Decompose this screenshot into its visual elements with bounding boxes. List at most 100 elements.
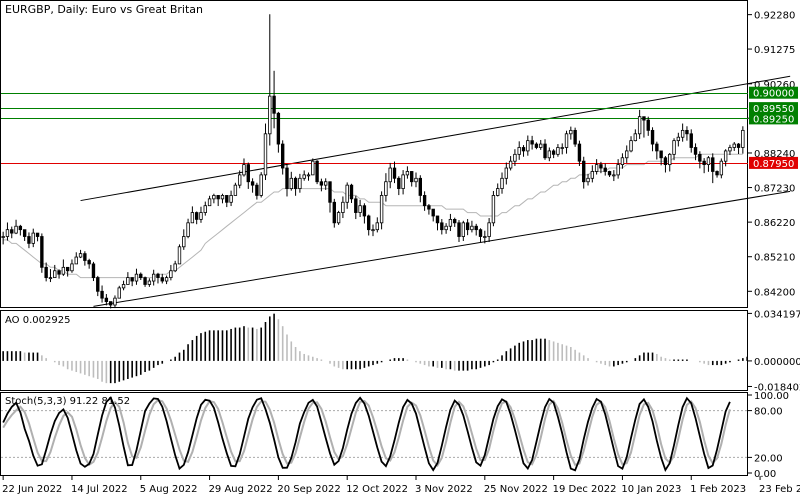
candle-body [655, 143, 659, 152]
stoch-tick-label: 80.00 [754, 407, 783, 418]
candle-body [431, 208, 435, 217]
candle-body [10, 229, 14, 234]
stoch-label: Stoch(5,3,3) 91.22 81.52 [5, 396, 130, 407]
candle-body [225, 195, 229, 203]
candle [177, 244, 182, 265]
candle-body [194, 212, 199, 220]
candle-body [298, 177, 302, 189]
candle-body [444, 225, 448, 231]
x-tick-label: 5 Aug 2022 [140, 484, 198, 495]
candle-body [169, 270, 173, 279]
candle-body [629, 140, 633, 152]
candle-body [422, 195, 427, 207]
candle [311, 158, 315, 176]
candle-body [173, 263, 177, 272]
candle-body [349, 184, 354, 200]
candle-body [453, 218, 457, 224]
candle-body [577, 143, 582, 162]
price-tick-label: 0.87230 [754, 184, 795, 195]
candle-body [186, 222, 190, 237]
candle-body [741, 129, 745, 148]
candle-body [388, 167, 392, 183]
candle-body [246, 164, 250, 183]
candle-body [151, 273, 156, 282]
candle-body [625, 150, 629, 159]
candle-body [242, 164, 246, 176]
candle-body [440, 222, 444, 231]
candle-body [487, 222, 491, 237]
candle-body [414, 177, 418, 183]
candle-body [599, 164, 603, 169]
candle-body [276, 112, 281, 145]
candle-body [461, 222, 466, 237]
candle [573, 127, 577, 147]
candle-body [465, 222, 470, 231]
candle-body [70, 263, 74, 272]
candle-body [397, 177, 401, 189]
candle-body [496, 188, 500, 196]
candle-body [280, 143, 285, 169]
candle-body [61, 266, 66, 275]
candle-body [160, 277, 164, 282]
price-tick-label: 0.85210 [754, 253, 795, 264]
candle-body [31, 232, 35, 244]
candle-body [143, 277, 147, 285]
candle-body [263, 133, 268, 176]
candle-body [637, 116, 642, 135]
candle-body [332, 201, 336, 224]
candle-body [237, 174, 242, 186]
candle-body [427, 205, 431, 210]
candle-body [483, 236, 487, 238]
candle-body [139, 273, 143, 279]
stoch-tick-label: 0.00 [754, 469, 776, 480]
ao-tick-label: 0.034197 [754, 309, 800, 320]
x-tick-label: 23 Feb 2023 [759, 484, 800, 495]
candle-body [156, 273, 160, 279]
candle-body [130, 277, 134, 282]
candle-body [401, 174, 405, 189]
candle-body [324, 181, 328, 186]
candle [40, 233, 44, 273]
candle-body [74, 256, 78, 265]
candle-body [607, 171, 612, 176]
candle [117, 285, 121, 299]
candle-body [18, 225, 23, 231]
candle-body [371, 229, 375, 232]
candle-body [315, 160, 319, 183]
candle-body [711, 157, 715, 172]
candle-body [689, 133, 693, 148]
stoch-tick-label: 100.00 [754, 391, 789, 402]
candle-body [569, 129, 573, 135]
candle-body [491, 195, 496, 224]
candle-body [96, 277, 100, 292]
candle-body [367, 215, 371, 231]
candle-body [117, 287, 121, 299]
stoch-tick-label: 20.00 [754, 453, 783, 464]
candle-body [663, 157, 668, 166]
candle-body [319, 181, 324, 186]
candle-body [121, 284, 126, 289]
candle-body [728, 147, 732, 152]
x-tick-label: 19 Dec 2022 [553, 484, 617, 495]
candle-body [126, 277, 130, 285]
candle-body [341, 201, 345, 213]
candle-body [40, 236, 44, 268]
candle-body [633, 133, 638, 142]
candle-body [199, 212, 203, 220]
candle-body [104, 297, 109, 302]
candle-body [646, 119, 650, 131]
candle-body [229, 195, 233, 203]
candle-body [702, 160, 706, 166]
candle-body [285, 167, 289, 189]
price-tick-label: 0.91275 [754, 45, 795, 56]
candle-body [642, 116, 646, 121]
candle-body [556, 147, 560, 155]
candle-body [78, 253, 83, 258]
candle-body [57, 270, 61, 275]
candle-body [448, 218, 453, 227]
candle-body [508, 160, 513, 169]
candle-body [268, 95, 272, 135]
price-tick-label: 0.86220 [754, 218, 795, 229]
x-tick-label: 10 Jan 2023 [621, 484, 681, 495]
candle [259, 172, 263, 198]
